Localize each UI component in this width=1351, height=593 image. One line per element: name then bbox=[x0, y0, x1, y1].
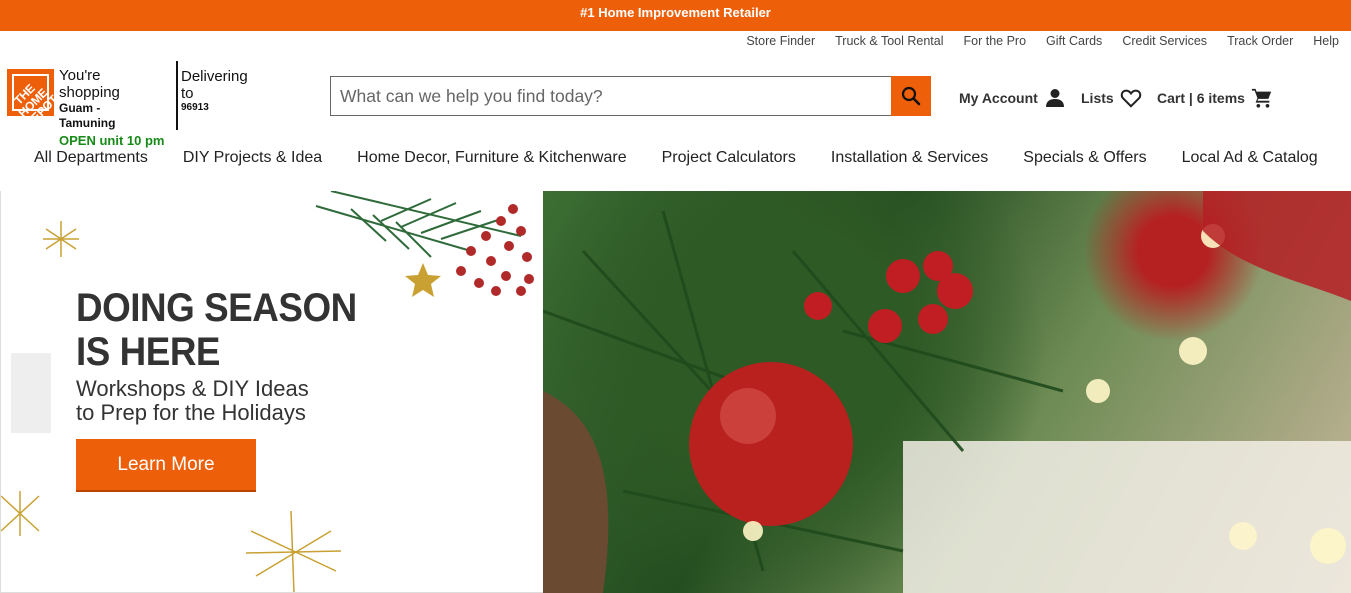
utility-link-truck-tool-rental[interactable]: Truck & Tool Rental bbox=[835, 34, 943, 48]
store-label-line2: shopping bbox=[59, 84, 120, 101]
lists-label: Lists bbox=[1081, 90, 1114, 106]
nav-item-all-departments[interactable]: All Departments bbox=[34, 149, 148, 167]
store-name-line2: Tamuning bbox=[59, 116, 116, 130]
main-nav: All Departments DIY Projects & Idea Home… bbox=[34, 149, 1318, 167]
delivery-zip-selector[interactable]: Delivering to 96913 bbox=[181, 68, 271, 114]
hero-headline-line2: IS HERE bbox=[76, 330, 221, 374]
store-selector[interactable]: You're shopping Guam - Tamuning OPEN uni… bbox=[59, 67, 174, 149]
utility-link-help[interactable]: Help bbox=[1313, 34, 1339, 48]
promo-banner: #1 Home Improvement Retailer bbox=[0, 0, 1351, 31]
search-button[interactable] bbox=[891, 76, 931, 116]
my-account-label: My Account bbox=[959, 90, 1038, 106]
hero-sub-line1: Workshops & DIY Ideas bbox=[76, 376, 309, 401]
learn-more-button[interactable]: Learn More bbox=[76, 439, 256, 490]
search-input[interactable] bbox=[330, 76, 891, 116]
hero-headline: DOING SEASON IS HERE bbox=[76, 286, 357, 374]
nav-item-project-calculators[interactable]: Project Calculators bbox=[662, 149, 796, 167]
nav-item-installation-services[interactable]: Installation & Services bbox=[831, 149, 988, 167]
nav-item-local-ad-catalog[interactable]: Local Ad & Catalog bbox=[1182, 149, 1318, 167]
holiday-garland-image bbox=[543, 191, 1351, 593]
utility-link-credit-services[interactable]: Credit Services bbox=[1122, 34, 1207, 48]
nav-item-specials-offers[interactable]: Specials & Offers bbox=[1023, 149, 1146, 167]
delivery-label-line1: Delivering bbox=[181, 68, 248, 85]
header-divider bbox=[176, 61, 178, 130]
utility-nav: Store Finder Truck & Tool Rental For the… bbox=[746, 34, 1339, 48]
person-icon bbox=[1045, 89, 1064, 107]
hero-text-panel: DOING SEASON IS HERE Workshops & DIY Ide… bbox=[0, 191, 543, 593]
search-bar bbox=[330, 76, 931, 116]
hero-subheadline: Workshops & DIY Ideas to Prep for the Ho… bbox=[76, 377, 309, 425]
delivery-zip: 96913 bbox=[181, 102, 209, 113]
store-hours: OPEN unit 10 pm bbox=[59, 133, 165, 148]
lists-link[interactable]: Lists bbox=[1081, 87, 1142, 109]
carousel-prev-button[interactable] bbox=[11, 353, 51, 433]
nav-item-home-decor[interactable]: Home Decor, Furniture & Kitchenware bbox=[357, 149, 626, 167]
home-depot-logo[interactable]: THE HOME DEPOT bbox=[6, 68, 55, 117]
hero-sub-line2: to Prep for the Holidays bbox=[76, 400, 306, 425]
utility-link-track-order[interactable]: Track Order bbox=[1227, 34, 1293, 48]
hero-banner[interactable]: DOING SEASON IS HERE Workshops & DIY Ide… bbox=[0, 191, 1351, 593]
utility-link-store-finder[interactable]: Store Finder bbox=[746, 34, 815, 48]
hero-holiday-photo bbox=[543, 191, 1351, 593]
my-account-link[interactable]: My Account bbox=[959, 87, 1066, 109]
store-label-line1: You're bbox=[59, 67, 101, 84]
utility-link-gift-cards[interactable]: Gift Cards bbox=[1046, 34, 1102, 48]
cart-label: Cart | 6 items bbox=[1157, 90, 1245, 106]
cart-link[interactable]: Cart | 6 items bbox=[1157, 87, 1273, 109]
hero-headline-line1: DOING SEASON bbox=[76, 286, 357, 330]
delivery-label-line2: to bbox=[181, 85, 194, 102]
utility-link-for-the-pro[interactable]: For the Pro bbox=[964, 34, 1027, 48]
search-icon bbox=[901, 86, 921, 106]
store-name-line1: Guam - bbox=[59, 101, 101, 115]
promo-text: #1 Home Improvement Retailer bbox=[580, 5, 771, 20]
heart-icon bbox=[1120, 89, 1141, 108]
nav-item-diy-projects[interactable]: DIY Projects & Idea bbox=[183, 149, 322, 167]
cart-icon bbox=[1251, 88, 1272, 108]
